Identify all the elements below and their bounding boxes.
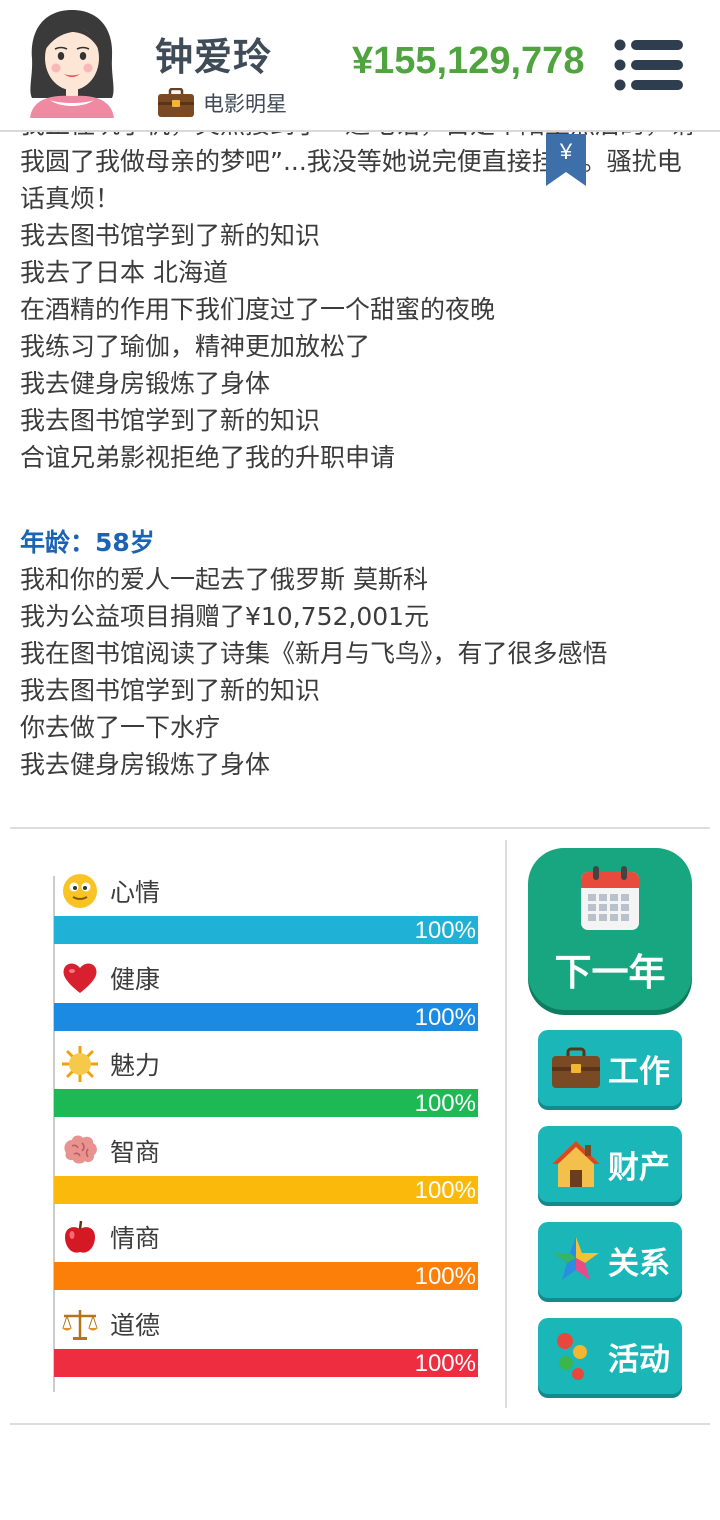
log-line: 我去图书馆学到了新的知识 [20, 676, 321, 705]
panel-separator [505, 840, 507, 1408]
log-line: 我为公益项目捐赠了¥10,752,001元 [20, 602, 430, 631]
divider-bottom [10, 1423, 710, 1425]
money-ribbon-icon: ¥ [546, 134, 586, 186]
stat-name: 健康 [110, 964, 161, 994]
stat-bar: 100% [54, 1002, 478, 1031]
activities-button[interactable]: 活动 [538, 1318, 682, 1394]
stat-bar: 100% [54, 1348, 478, 1377]
sun-icon [58, 1042, 102, 1086]
log-line-wrapped: 我正往筑了机，突然接到了一通电话，自是个陌生然后的，请我圆了我做母亲的梦吧”..… [20, 132, 695, 213]
heart-icon [58, 956, 102, 1000]
stat-name: 魅力 [110, 1051, 161, 1080]
event-log-content: 我正往筑了机，突然接到了一通电话，自是个陌生然后的，请我圆了我做母亲的梦吧”..… [20, 132, 700, 783]
stat-name: 道德 [110, 1310, 161, 1340]
character-name: 钟爱玲 [155, 35, 273, 79]
stat-header: 心情 [54, 868, 160, 914]
stat-header: 情商 [54, 1214, 160, 1260]
stat-name: 智商 [110, 1137, 161, 1167]
log-line: 我在图书馆阅读了诗集《新月与飞鸟》，有了很多感悟 [20, 639, 608, 668]
stat-name: 情商 [110, 1224, 161, 1253]
stat-header: 健康 [54, 955, 160, 1001]
scales-icon [58, 1302, 102, 1346]
log-lines-previous-year: 我去图书馆学到了新的知识 我去了日本 北海道在酒精的作用下我们度过了一个甜蜜的夜晚… [20, 217, 700, 476]
work-label: 工作 [608, 1053, 670, 1090]
stat-row: 道德 100% [54, 1301, 478, 1388]
log-line: 我去健身房锻炼了身体 [20, 750, 271, 779]
stat-header: 魅力 [54, 1041, 160, 1087]
stat-bar: 100% [54, 916, 478, 944]
stat-row: 魅力 100% [54, 1041, 478, 1128]
log-line: 你去做了一下水疗 [20, 713, 221, 742]
briefcase-icon [552, 1047, 600, 1088]
stat-value: 100% [414, 917, 476, 944]
stats-panel: 心情 100% 健康 100% 魅力 100% 智商 100% 情商 100% 道德 100% [54, 868, 478, 1387]
relations-label: 关系 [608, 1245, 670, 1282]
ribbon-symbol: ¥ [559, 139, 573, 164]
log-line: 我练习了瑜伽，精神更加放松了 [20, 332, 371, 361]
menu-icon[interactable] [613, 38, 683, 92]
next-year-button[interactable]: 下一年 [528, 848, 692, 1010]
property-button[interactable]: 财产 [538, 1126, 682, 1202]
work-button[interactable]: 工作 [538, 1030, 682, 1106]
smiley-icon [58, 869, 102, 913]
stat-row: 情商 100% [54, 1214, 478, 1301]
star-icon [553, 1237, 599, 1280]
stat-bar: 100% [54, 1175, 478, 1204]
age-heading: 年龄：58岁 [20, 528, 155, 557]
job-title: 电影明星 [203, 92, 287, 116]
stat-row: 心情 100% [54, 868, 478, 955]
stat-value: 100% [414, 1090, 476, 1117]
log-line: 我和你的爱人一起去了俄罗斯 莫斯科 [20, 565, 428, 594]
briefcase-icon [158, 88, 194, 117]
year-gap [20, 476, 700, 524]
relations-button[interactable]: 关系 [538, 1222, 682, 1298]
stat-value: 100% [414, 1349, 476, 1377]
log-line: 我去图书馆学到了新的知识 [20, 406, 321, 435]
house-icon [552, 1141, 600, 1187]
calendar-icon [581, 866, 639, 930]
log-line: 我去图书馆学到了新的知识 [20, 221, 321, 250]
property-label: 财产 [608, 1149, 670, 1186]
money-balance: ¥155,129,778 [352, 40, 585, 82]
log-line: 我去健身房锻炼了身体 [20, 369, 271, 398]
job-info: 电影明星 [157, 86, 287, 120]
stat-row: 智商 100% [54, 1128, 478, 1215]
stat-header: 道德 [54, 1301, 160, 1347]
log-lines-current-year: 我和你的爱人一起去了俄罗斯 莫斯科 我为公益项目捐赠了¥10,752,001元我在… [20, 561, 700, 783]
next-year-label: 下一年 [554, 951, 666, 994]
activities-label: 活动 [608, 1341, 670, 1378]
stat-value: 100% [414, 1003, 476, 1031]
stat-name: 心情 [110, 878, 161, 907]
brain-icon [58, 1129, 102, 1173]
top-bar: 钟爱玲 电影明星 ¥155,129,778 [0, 0, 720, 132]
activities-icon [557, 1333, 587, 1380]
stat-value: 100% [414, 1263, 476, 1290]
avatar[interactable] [22, 6, 122, 118]
stat-row: 健康 100% [54, 955, 478, 1042]
log-line: 合谊兄弟影视拒绝了我的升职申请 [20, 443, 396, 472]
apple-icon [58, 1215, 102, 1259]
event-log[interactable]: 我正往筑了机，突然接到了一通电话，自是个陌生然后的，请我圆了我做母亲的梦吧”..… [0, 132, 720, 826]
stat-bar: 100% [54, 1262, 478, 1290]
log-line: 在酒精的作用下我们度过了一个甜蜜的夜晚 [20, 295, 496, 324]
log-line: 我去了日本 北海道 [20, 258, 228, 287]
stat-value: 100% [414, 1176, 476, 1204]
divider-top [10, 827, 710, 829]
stat-header: 智商 [54, 1128, 160, 1174]
stat-bar: 100% [54, 1089, 478, 1117]
